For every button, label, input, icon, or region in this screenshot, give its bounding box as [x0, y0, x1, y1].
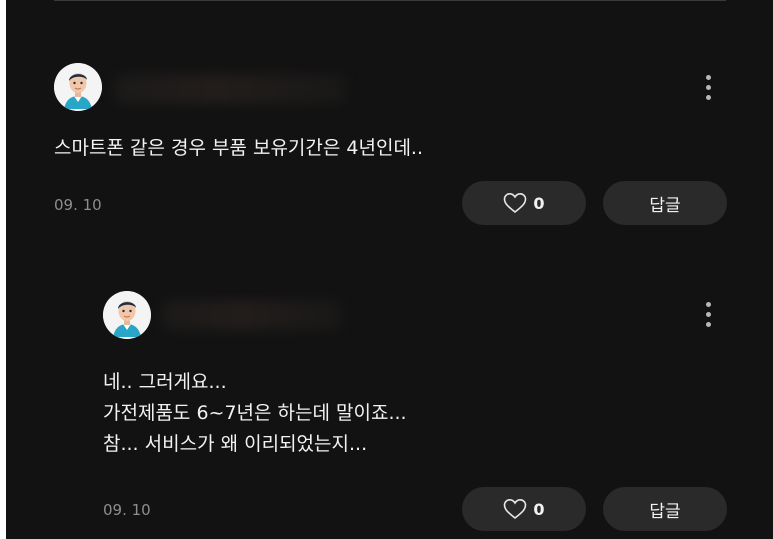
reply-button[interactable]: 답글 [603, 487, 727, 531]
reply-comment-item: 네.. 그러게요... 가전제품도 6~7년은 하는데 말이죠... 참... … [6, 0, 773, 539]
comments-panel: 스마트폰 같은 경우 부품 보유기간은 4년인데.. 09. 10 0 답글 네… [6, 0, 773, 539]
username-redacted [162, 300, 342, 330]
comment-text-line: 가전제품도 6~7년은 하는데 말이죠... [103, 402, 407, 424]
comment-date: 09. 10 [103, 501, 151, 519]
comment-text-line: 네.. 그러게요... [103, 371, 227, 393]
like-button[interactable]: 0 [462, 487, 586, 531]
user-avatar-icon[interactable] [103, 291, 151, 339]
comment-text-line: 참... 서비스가 왜 이리되었는지... [103, 433, 368, 455]
more-vertical-icon[interactable] [702, 300, 714, 330]
like-count: 0 [533, 499, 545, 519]
comment-text: 네.. 그러게요... 가전제품도 6~7년은 하는데 말이죠... 참... … [103, 367, 407, 460]
heart-outline-icon [503, 498, 527, 520]
